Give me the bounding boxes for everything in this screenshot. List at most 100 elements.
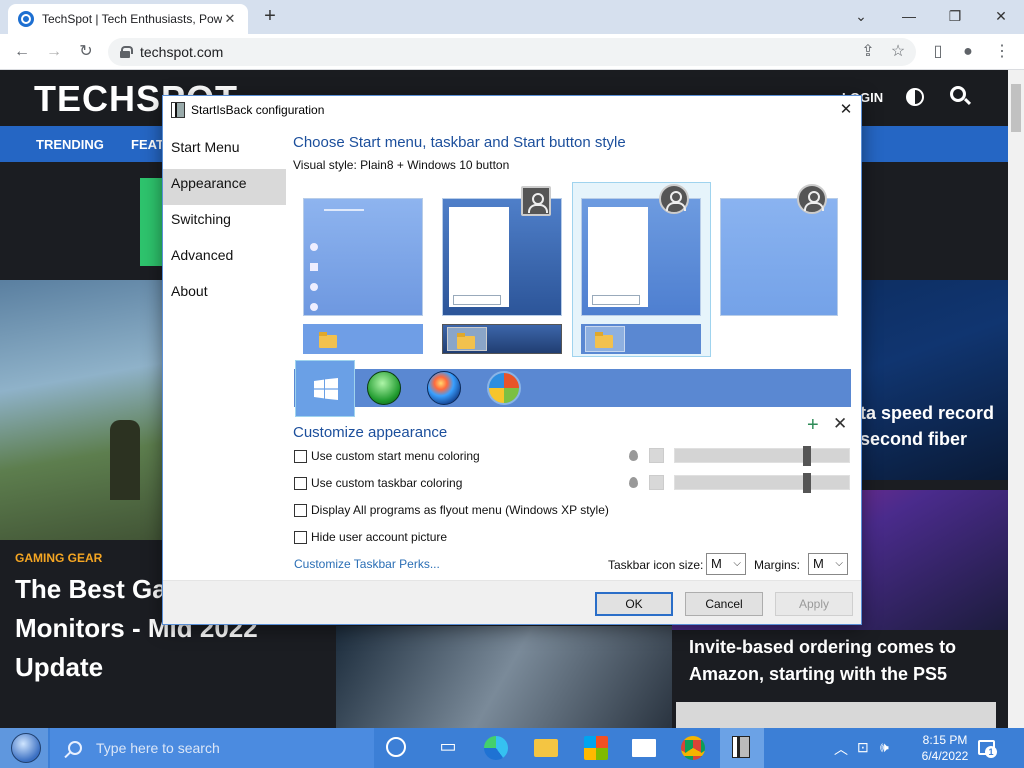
option-custom-taskbar-coloring[interactable]: Use custom taskbar coloring (294, 476, 462, 490)
page-scrollbar[interactable] (1008, 70, 1024, 728)
share-icon[interactable]: ⇪ (856, 40, 880, 64)
folder-icon (457, 333, 475, 349)
site-search-icon[interactable] (950, 86, 966, 102)
nav-features[interactable]: FEAT (131, 137, 164, 152)
article-image-cpu[interactable] (336, 626, 672, 728)
reload-icon[interactable]: ↻ (74, 40, 98, 64)
color-swatch[interactable] (649, 448, 664, 463)
dialog-close-icon[interactable]: ✕ (831, 96, 861, 124)
sidebar-item-start-menu[interactable]: Start Menu (163, 133, 287, 169)
clover-orb-icon[interactable] (367, 371, 401, 405)
address-bar[interactable]: techspot.com (108, 38, 916, 66)
task-view-icon[interactable]: ▭ (436, 736, 460, 760)
taskbar-color-slider[interactable] (674, 473, 850, 493)
file-explorer-icon[interactable] (534, 739, 558, 757)
dialog-title: StartIsBack configuration (191, 103, 325, 117)
sidebar-item-about[interactable]: About (163, 277, 287, 313)
techspot-favicon-icon (18, 11, 34, 27)
chrome-icon[interactable] (681, 736, 705, 760)
taskbar-search-box[interactable]: Type here to search (50, 728, 374, 768)
start-button-selection[interactable] (295, 360, 355, 417)
bookmark-star-icon[interactable]: ☆ (886, 40, 910, 64)
network-icon[interactable]: ⊡ (857, 739, 869, 756)
category-tag[interactable]: GAMING GEAR (15, 551, 102, 565)
checkbox[interactable] (294, 530, 307, 544)
color-swatch[interactable] (649, 475, 664, 490)
forward-icon[interactable]: → (42, 40, 66, 64)
side-panel-icon[interactable]: ▯ (926, 40, 950, 64)
sidebar-item-switching[interactable]: Switching (163, 205, 287, 241)
customize-taskbar-perks-link[interactable]: Customize Taskbar Perks... (294, 557, 440, 571)
chevron-down-icon[interactable]: ⌄ (838, 0, 884, 32)
start-button[interactable] (0, 728, 48, 768)
folder-icon (319, 332, 337, 348)
back-icon[interactable]: ← (10, 40, 34, 64)
cancel-button[interactable]: Cancel (685, 592, 763, 616)
windows10-logo-icon (314, 378, 338, 400)
search-placeholder: Type here to search (96, 740, 220, 756)
nav-trending[interactable]: TRENDING (36, 137, 104, 152)
store-icon[interactable] (584, 736, 608, 760)
start-menu-color-slider[interactable] (674, 446, 850, 466)
theme-toggle-icon[interactable] (906, 88, 924, 106)
checkbox[interactable] (294, 476, 307, 490)
style-thumbnail-plain8[interactable] (581, 198, 701, 316)
select-value: M (813, 556, 824, 571)
taskbar-style-strip-1[interactable] (303, 324, 423, 354)
sidebar-item-appearance[interactable]: Appearance (163, 169, 286, 205)
clock-date: 6/4/2022 (921, 749, 969, 763)
chevron-down-icon: ⌵ (733, 558, 741, 569)
dialog-sidebar: Start Menu Appearance Switching Advanced… (163, 133, 287, 313)
plus-icon[interactable]: + (807, 414, 819, 437)
margins-select[interactable]: M ⌵ (808, 553, 848, 575)
taskbar-style-strip-2[interactable] (442, 324, 562, 354)
close-icon[interactable]: ✕ (833, 414, 847, 434)
checkbox[interactable] (294, 449, 307, 463)
close-window-icon[interactable]: ✕ (978, 0, 1024, 32)
clock[interactable]: 8:15 PM 6/4/2022 (918, 732, 972, 764)
visual-style-value: Plain8 + Windows 10 button (360, 158, 510, 172)
checkbox[interactable] (294, 503, 307, 517)
restore-icon[interactable]: ❐ (932, 0, 978, 32)
new-tab-icon[interactable]: + (260, 6, 280, 26)
style-thumbnail-metro[interactable] (720, 198, 838, 316)
volume-icon[interactable]: 🕪 (880, 739, 889, 756)
slider-thumb[interactable] (803, 473, 811, 493)
style-thumbnail-windows10[interactable] (303, 198, 423, 316)
minimize-icon[interactable]: — (886, 0, 932, 32)
browser-tab[interactable]: TechSpot | Tech Enthusiasts, Pow ✕ (8, 4, 248, 34)
headline-amazon[interactable]: Invite-based ordering comes to Amazon, s… (689, 634, 989, 688)
profile-avatar-icon[interactable]: ● (956, 40, 980, 64)
show-hidden-icons-chevron-icon[interactable]: ︿ (834, 739, 848, 759)
option-custom-start-coloring[interactable]: Use custom start menu coloring (294, 449, 480, 463)
dialog-titlebar[interactable]: StartIsBack configuration ✕ (163, 96, 861, 124)
cortana-icon[interactable] (386, 737, 406, 757)
browser-tab-bar: TechSpot | Tech Enthusiasts, Pow ✕ + ⌄ —… (0, 0, 1024, 34)
close-tab-icon[interactable]: ✕ (222, 11, 238, 27)
more-menu-icon[interactable]: ⋮ (990, 40, 1014, 64)
option-label: Hide user account picture (311, 530, 448, 544)
article-image-next[interactable] (676, 702, 996, 728)
scrollbar-thumb[interactable] (1011, 84, 1021, 132)
ok-button[interactable]: OK (595, 592, 673, 616)
url-text: techspot.com (140, 44, 224, 60)
mail-icon[interactable] (632, 739, 656, 757)
headline-fiber[interactable]: ta speed record second fiber (860, 400, 1000, 452)
folder-icon (595, 332, 613, 348)
edge-icon[interactable] (484, 736, 508, 760)
browser-toolbar: ← → ↻ techspot.com ⇪ ☆ ▯ ● ⋮ (0, 34, 1024, 70)
taskbar-icon-size-select[interactable]: M ⌵ (706, 553, 746, 575)
startisback-taskbar-item[interactable] (720, 728, 764, 768)
windows-orb-icon[interactable] (487, 371, 521, 405)
sidebar-item-advanced[interactable]: Advanced (163, 241, 287, 277)
slider-thumb[interactable] (803, 446, 811, 466)
apply-button[interactable]: Apply (775, 592, 853, 616)
windows7-orb-icon[interactable] (427, 371, 461, 405)
option-hide-account-picture[interactable]: Hide user account picture (294, 530, 447, 544)
taskbar-style-strip-3[interactable] (581, 324, 701, 354)
lock-icon[interactable] (120, 46, 133, 58)
option-flyout-menu[interactable]: Display All programs as flyout menu (Win… (294, 503, 609, 517)
clock-time: 8:15 PM (922, 733, 968, 747)
startisback-app-icon (171, 102, 185, 118)
startisback-dialog: StartIsBack configuration ✕ Start Menu A… (162, 95, 862, 625)
